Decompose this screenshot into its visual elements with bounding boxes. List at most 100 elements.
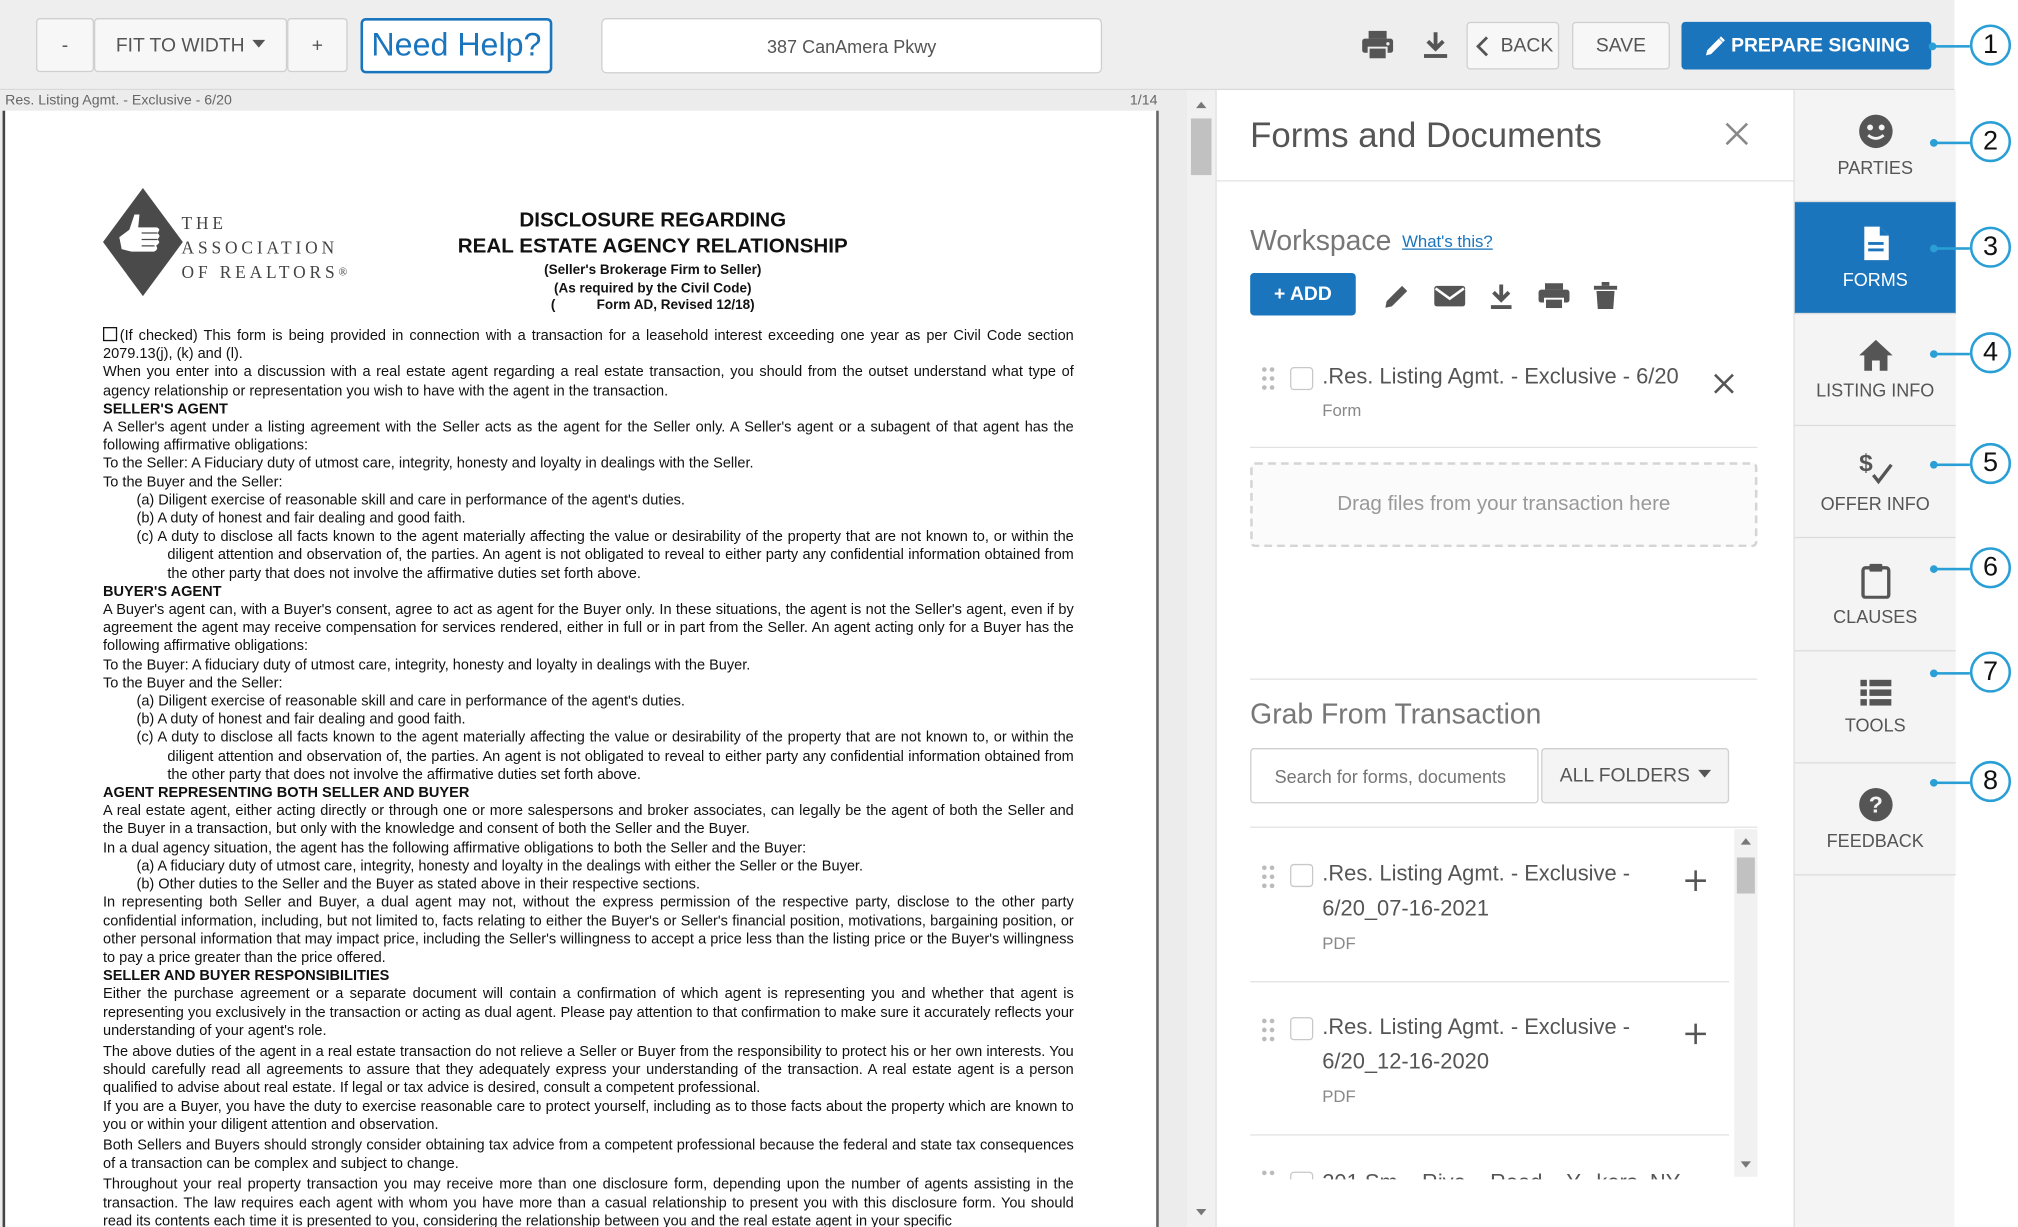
nav-item-label: FORMS (1842, 269, 1908, 290)
list-item[interactable]: .Res. Listing Agmt. - Exclusive - 6/20_1… (1250, 982, 1730, 1136)
search-input[interactable] (1250, 748, 1539, 804)
list-item-name-line-1: 201 Sm... Rive... Road... Y...kers, NY (1322, 1166, 1680, 1179)
remove-icon[interactable] (1711, 371, 1737, 397)
nav-item-tools[interactable]: TOOLS (1794, 651, 1956, 764)
logo-line-1: THE (181, 213, 227, 234)
list-item: (a) Diligent exercise of reasonable skil… (136, 694, 685, 710)
workspace-item-checkbox[interactable] (1290, 366, 1314, 391)
document-body: (If checked) This form is being provided… (103, 327, 1074, 1227)
transaction-address: 387 CanAmera Pkwy (601, 18, 1103, 74)
drag-handle-icon[interactable] (1260, 1169, 1275, 1179)
back-label: BACK (1500, 34, 1554, 57)
save-button[interactable]: SAVE (1572, 21, 1670, 70)
panel-divider (1216, 180, 1795, 182)
paragraph: Either the purchase agreement or a separ… (103, 986, 1074, 1039)
zoom-out-button[interactable]: - (36, 18, 94, 73)
print-button[interactable] (1358, 26, 1397, 65)
workspace-download-button[interactable] (1484, 281, 1517, 312)
list-icon (1859, 679, 1891, 706)
paragraph: If you are a Buyer, you have the duty to… (103, 1098, 1074, 1133)
scroll-up-icon[interactable] (1734, 832, 1757, 850)
pencil-icon (1385, 285, 1408, 308)
nav-item-offer-info[interactable]: $ OFFER INFO (1794, 426, 1956, 539)
download-icon (1490, 284, 1512, 309)
document-subtitle-line-3: ( Form AD, Revised 12/18) (550, 297, 755, 313)
printer-icon (1538, 283, 1570, 310)
document-title: DISCLOSURE REGARDING REAL ESTATE AGENCY … (417, 209, 888, 261)
leasehold-checkbox[interactable] (103, 327, 118, 342)
nav-item-label: PARTIES (1837, 157, 1913, 178)
all-folders-label: ALL FOLDERS (1559, 764, 1690, 787)
paragraph: In a dual agency situation, the agent ha… (103, 840, 807, 856)
need-help-button[interactable]: Need Help? (360, 18, 553, 74)
list-item: (a) A fiduciary duty of utmost care, int… (136, 858, 864, 875)
list-item-checkbox[interactable] (1290, 1017, 1314, 1041)
callout-dot (1929, 460, 1938, 469)
drag-handle-icon[interactable] (1260, 366, 1275, 392)
download-button[interactable] (1416, 26, 1455, 65)
drop-zone[interactable]: Drag files from your transaction here (1250, 462, 1758, 548)
scroll-up-icon[interactable] (1187, 95, 1215, 113)
fit-to-width-dropdown[interactable]: FIT TO WIDTH (93, 18, 288, 73)
nav-item-label: OFFER INFO (1820, 493, 1930, 514)
realtor-logo-icon (103, 187, 183, 297)
nav-item-clauses[interactable]: CLAUSES (1794, 539, 1956, 652)
workspace-title: Workspace (1250, 224, 1392, 257)
scroll-down-icon[interactable] (1187, 1204, 1215, 1222)
paragraph: To the Seller: A Fiduciary duty of utmos… (103, 456, 754, 472)
document-subtitle-line-1: (Seller's Brokerage Firm to Seller) (544, 262, 762, 279)
callout-3: 3 (1969, 226, 2012, 268)
scroll-down-icon[interactable] (1734, 1156, 1757, 1174)
drag-handle-icon[interactable] (1260, 864, 1275, 890)
add-button[interactable]: + ADD (1250, 272, 1356, 316)
section-heading: BUYER'S AGENT (103, 584, 222, 600)
plus-icon[interactable] (1683, 1021, 1709, 1047)
all-folders-dropdown[interactable]: ALL FOLDERS (1541, 748, 1730, 804)
list-scrollbar[interactable] (1734, 829, 1758, 1177)
trash-icon (1593, 281, 1618, 309)
list-item-checkbox[interactable] (1290, 863, 1314, 888)
close-icon[interactable] (1721, 118, 1752, 149)
prepare-signing-button[interactable]: PREPARE SIGNING (1681, 21, 1932, 70)
callout-dot (1929, 139, 1938, 147)
list-item-checkbox[interactable] (1290, 1171, 1314, 1180)
paragraph: A Buyer's agent can, with a Buyer's cons… (103, 602, 1074, 655)
callout-line (1935, 247, 1970, 250)
document-title-line-1: DISCLOSURE REGARDING (519, 209, 787, 232)
delete-button[interactable] (1589, 281, 1622, 312)
workspace-print-button[interactable] (1537, 281, 1570, 312)
section-heading: SELLER AND BUYER RESPONSIBILITIES (103, 968, 390, 984)
back-button[interactable]: BACK (1466, 21, 1560, 70)
callout-2: 2 (1969, 121, 2012, 163)
email-button[interactable] (1433, 281, 1466, 312)
callout-line (1935, 672, 1970, 675)
zoom-in-button[interactable]: + (287, 18, 348, 73)
edit-button[interactable] (1380, 281, 1413, 312)
workspace-item[interactable]: .Res. Listing Agmt. - Exclusive - 6/20 F… (1250, 354, 1757, 444)
callout-6: 6 (1969, 547, 2012, 589)
document-scroll-thumb[interactable] (1190, 118, 1212, 176)
whats-this-link[interactable]: What's this? (1402, 232, 1493, 251)
page-indicator: 1/14 (1129, 92, 1158, 109)
list-item: (b) Other duties to the Seller and the B… (136, 876, 700, 893)
list-item[interactable]: 201 Sm... Rive... Road... Y...kers, NY (1250, 1136, 1729, 1180)
nav-item-listing-info[interactable]: LISTING INFO (1794, 314, 1956, 427)
pencil-icon (1705, 35, 1725, 55)
logo-wordmark: THE ASSOCIATION OF REALTORS® (182, 211, 348, 284)
document-scrollbar[interactable] (1187, 90, 1216, 1227)
section-heading: SELLER'S AGENT (103, 401, 228, 417)
transaction-list: .Res. Listing Agmt. - Exclusive - 6/20_0… (1250, 826, 1758, 1180)
nav-item-forms[interactable]: FORMS (1794, 202, 1956, 315)
paragraph: Both Sellers and Buyers should strongly … (103, 1138, 1074, 1172)
list-scroll-thumb[interactable] (1736, 857, 1755, 894)
workspace-divider (1250, 446, 1758, 449)
list-item: (c) A duty to disclose all facts known t… (136, 529, 1074, 582)
app-root: - FIT TO WIDTH + Need Help? 387 CanAmera… (0, 0, 2018, 1227)
list-item-name-line-1: .Res. Listing Agmt. - Exclusive - (1322, 861, 1631, 886)
drag-handle-icon[interactable] (1260, 1017, 1275, 1043)
document-viewer: Res. Listing Agmt. - Exclusive - 6/20 1/… (0, 90, 1216, 1227)
list-item[interactable]: .Res. Listing Agmt. - Exclusive - 6/20_0… (1250, 828, 1730, 983)
document-header: Res. Listing Agmt. - Exclusive - 6/20 1/… (0, 90, 1165, 111)
callout-line (1935, 463, 1970, 467)
plus-icon[interactable] (1683, 868, 1709, 894)
